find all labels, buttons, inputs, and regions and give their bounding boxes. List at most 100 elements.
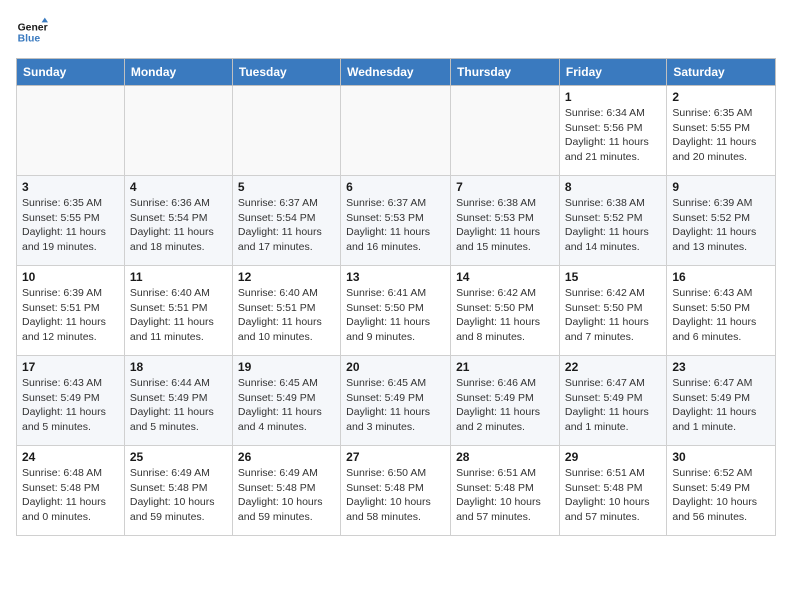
day-info: Sunrise: 6:49 AMSunset: 5:48 PMDaylight:… — [130, 466, 227, 525]
calendar-cell — [17, 86, 125, 176]
day-number: 16 — [672, 270, 770, 284]
day-number: 14 — [456, 270, 554, 284]
calendar-cell: 13 Sunrise: 6:41 AMSunset: 5:50 PMDayligh… — [341, 266, 451, 356]
day-info: Sunrise: 6:48 AMSunset: 5:48 PMDaylight:… — [22, 466, 119, 525]
day-number: 25 — [130, 450, 227, 464]
calendar-cell: 8 Sunrise: 6:38 AMSunset: 5:52 PMDaylight… — [559, 176, 666, 266]
weekday-header-wednesday: Wednesday — [341, 59, 451, 86]
day-info: Sunrise: 6:43 AMSunset: 5:50 PMDaylight:… — [672, 286, 770, 345]
day-number: 17 — [22, 360, 119, 374]
day-info: Sunrise: 6:39 AMSunset: 5:52 PMDaylight:… — [672, 196, 770, 255]
weekday-header-friday: Friday — [559, 59, 666, 86]
day-info: Sunrise: 6:51 AMSunset: 5:48 PMDaylight:… — [565, 466, 661, 525]
calendar-cell: 28 Sunrise: 6:51 AMSunset: 5:48 PMDayligh… — [451, 446, 560, 536]
day-number: 2 — [672, 90, 770, 104]
calendar-cell: 14 Sunrise: 6:42 AMSunset: 5:50 PMDayligh… — [451, 266, 560, 356]
day-number: 6 — [346, 180, 445, 194]
weekday-header-thursday: Thursday — [451, 59, 560, 86]
day-info: Sunrise: 6:37 AMSunset: 5:54 PMDaylight:… — [238, 196, 335, 255]
day-info: Sunrise: 6:41 AMSunset: 5:50 PMDaylight:… — [346, 286, 445, 345]
calendar-cell: 7Sunrise: 6:38 AMSunset: 5:53 PMDaylight… — [451, 176, 560, 266]
day-info: Sunrise: 6:36 AMSunset: 5:54 PMDaylight:… — [130, 196, 227, 255]
week-row-2: 3 Sunrise: 6:35 AMSunset: 5:55 PMDaylight… — [17, 176, 776, 266]
day-info: Sunrise: 6:42 AMSunset: 5:50 PMDaylight:… — [565, 286, 661, 345]
day-info: Sunrise: 6:45 AMSunset: 5:49 PMDaylight:… — [238, 376, 335, 435]
day-info: Sunrise: 6:47 AMSunset: 5:49 PMDaylight:… — [672, 376, 770, 435]
weekday-header-tuesday: Tuesday — [232, 59, 340, 86]
day-number: 8 — [565, 180, 661, 194]
logo-icon: General Blue — [16, 16, 48, 48]
svg-text:General: General — [18, 22, 48, 33]
calendar-cell: 11Sunrise: 6:40 AMSunset: 5:51 PMDayligh… — [124, 266, 232, 356]
week-row-5: 24 Sunrise: 6:48 AMSunset: 5:48 PMDayligh… — [17, 446, 776, 536]
day-info: Sunrise: 6:42 AMSunset: 5:50 PMDaylight:… — [456, 286, 554, 345]
day-info: Sunrise: 6:43 AMSunset: 5:49 PMDaylight:… — [22, 376, 119, 435]
day-info: Sunrise: 6:51 AMSunset: 5:48 PMDaylight:… — [456, 466, 554, 525]
calendar-cell: 18 Sunrise: 6:44 AMSunset: 5:49 PMDayligh… — [124, 356, 232, 446]
calendar-cell — [232, 86, 340, 176]
calendar-cell — [341, 86, 451, 176]
day-info: Sunrise: 6:40 AMSunset: 5:51 PMDaylight:… — [238, 286, 335, 345]
day-number: 23 — [672, 360, 770, 374]
day-number: 1 — [565, 90, 661, 104]
day-info: Sunrise: 6:44 AMSunset: 5:49 PMDaylight:… — [130, 376, 227, 435]
calendar-cell: 17 Sunrise: 6:43 AMSunset: 5:49 PMDayligh… — [17, 356, 125, 446]
day-number: 9 — [672, 180, 770, 194]
calendar-cell: 15 Sunrise: 6:42 AMSunset: 5:50 PMDayligh… — [559, 266, 666, 356]
day-info: Sunrise: 6:37 AMSunset: 5:53 PMDaylight:… — [346, 196, 445, 255]
calendar-cell: 29 Sunrise: 6:51 AMSunset: 5:48 PMDayligh… — [559, 446, 666, 536]
day-info: Sunrise: 6:35 AMSunset: 5:55 PMDaylight:… — [22, 196, 119, 255]
day-number: 15 — [565, 270, 661, 284]
calendar-cell — [124, 86, 232, 176]
day-number: 20 — [346, 360, 445, 374]
day-info: Sunrise: 6:49 AMSunset: 5:48 PMDaylight:… — [238, 466, 335, 525]
day-number: 3 — [22, 180, 119, 194]
day-number: 12 — [238, 270, 335, 284]
calendar-cell: 20 Sunrise: 6:45 AMSunset: 5:49 PMDayligh… — [341, 356, 451, 446]
calendar-cell: 26Sunrise: 6:49 AMSunset: 5:48 PMDayligh… — [232, 446, 340, 536]
day-number: 4 — [130, 180, 227, 194]
day-number: 28 — [456, 450, 554, 464]
svg-text:Blue: Blue — [18, 34, 41, 45]
week-row-4: 17 Sunrise: 6:43 AMSunset: 5:49 PMDayligh… — [17, 356, 776, 446]
calendar-cell: 27 Sunrise: 6:50 AMSunset: 5:48 PMDayligh… — [341, 446, 451, 536]
calendar-body: 1 Sunrise: 6:34 AMSunset: 5:56 PMDaylight… — [17, 86, 776, 536]
day-number: 7 — [456, 180, 554, 194]
calendar-cell: 9 Sunrise: 6:39 AMSunset: 5:52 PMDaylight… — [667, 176, 776, 266]
day-info: Sunrise: 6:45 AMSunset: 5:49 PMDaylight:… — [346, 376, 445, 435]
calendar-cell: 4 Sunrise: 6:36 AMSunset: 5:54 PMDaylight… — [124, 176, 232, 266]
calendar-cell — [451, 86, 560, 176]
calendar-cell: 6 Sunrise: 6:37 AMSunset: 5:53 PMDaylight… — [341, 176, 451, 266]
day-number: 22 — [565, 360, 661, 374]
calendar-cell: 10Sunrise: 6:39 AMSunset: 5:51 PMDayligh… — [17, 266, 125, 356]
weekday-header-sunday: Sunday — [17, 59, 125, 86]
calendar-cell: 3 Sunrise: 6:35 AMSunset: 5:55 PMDaylight… — [17, 176, 125, 266]
day-info: Sunrise: 6:35 AMSunset: 5:55 PMDaylight:… — [672, 106, 770, 165]
calendar-cell: 12 Sunrise: 6:40 AMSunset: 5:51 PMDayligh… — [232, 266, 340, 356]
calendar-cell: 5 Sunrise: 6:37 AMSunset: 5:54 PMDaylight… — [232, 176, 340, 266]
day-number: 24 — [22, 450, 119, 464]
weekday-header-row: SundayMondayTuesdayWednesdayThursdayFrid… — [17, 59, 776, 86]
day-info: Sunrise: 6:47 AMSunset: 5:49 PMDaylight:… — [565, 376, 661, 435]
calendar-cell: 25 Sunrise: 6:49 AMSunset: 5:48 PMDayligh… — [124, 446, 232, 536]
day-number: 27 — [346, 450, 445, 464]
day-number: 5 — [238, 180, 335, 194]
calendar-cell: 24 Sunrise: 6:48 AMSunset: 5:48 PMDayligh… — [17, 446, 125, 536]
day-info: Sunrise: 6:52 AMSunset: 5:49 PMDaylight:… — [672, 466, 770, 525]
day-number: 29 — [565, 450, 661, 464]
calendar-cell: 22 Sunrise: 6:47 AMSunset: 5:49 PMDayligh… — [559, 356, 666, 446]
weekday-header-saturday: Saturday — [667, 59, 776, 86]
day-info: Sunrise: 6:38 AMSunset: 5:52 PMDaylight:… — [565, 196, 661, 255]
logo: General Blue — [16, 16, 52, 48]
day-number: 21 — [456, 360, 554, 374]
day-info: Sunrise: 6:39 AMSunset: 5:51 PMDaylight:… — [22, 286, 119, 345]
day-number: 13 — [346, 270, 445, 284]
calendar-cell: 2 Sunrise: 6:35 AMSunset: 5:55 PMDaylight… — [667, 86, 776, 176]
page-header: General Blue — [16, 16, 776, 48]
day-info: Sunrise: 6:34 AMSunset: 5:56 PMDaylight:… — [565, 106, 661, 165]
calendar-cell: 16 Sunrise: 6:43 AMSunset: 5:50 PMDayligh… — [667, 266, 776, 356]
day-info: Sunrise: 6:50 AMSunset: 5:48 PMDaylight:… — [346, 466, 445, 525]
weekday-header-monday: Monday — [124, 59, 232, 86]
day-number: 18 — [130, 360, 227, 374]
calendar-cell: 1 Sunrise: 6:34 AMSunset: 5:56 PMDaylight… — [559, 86, 666, 176]
